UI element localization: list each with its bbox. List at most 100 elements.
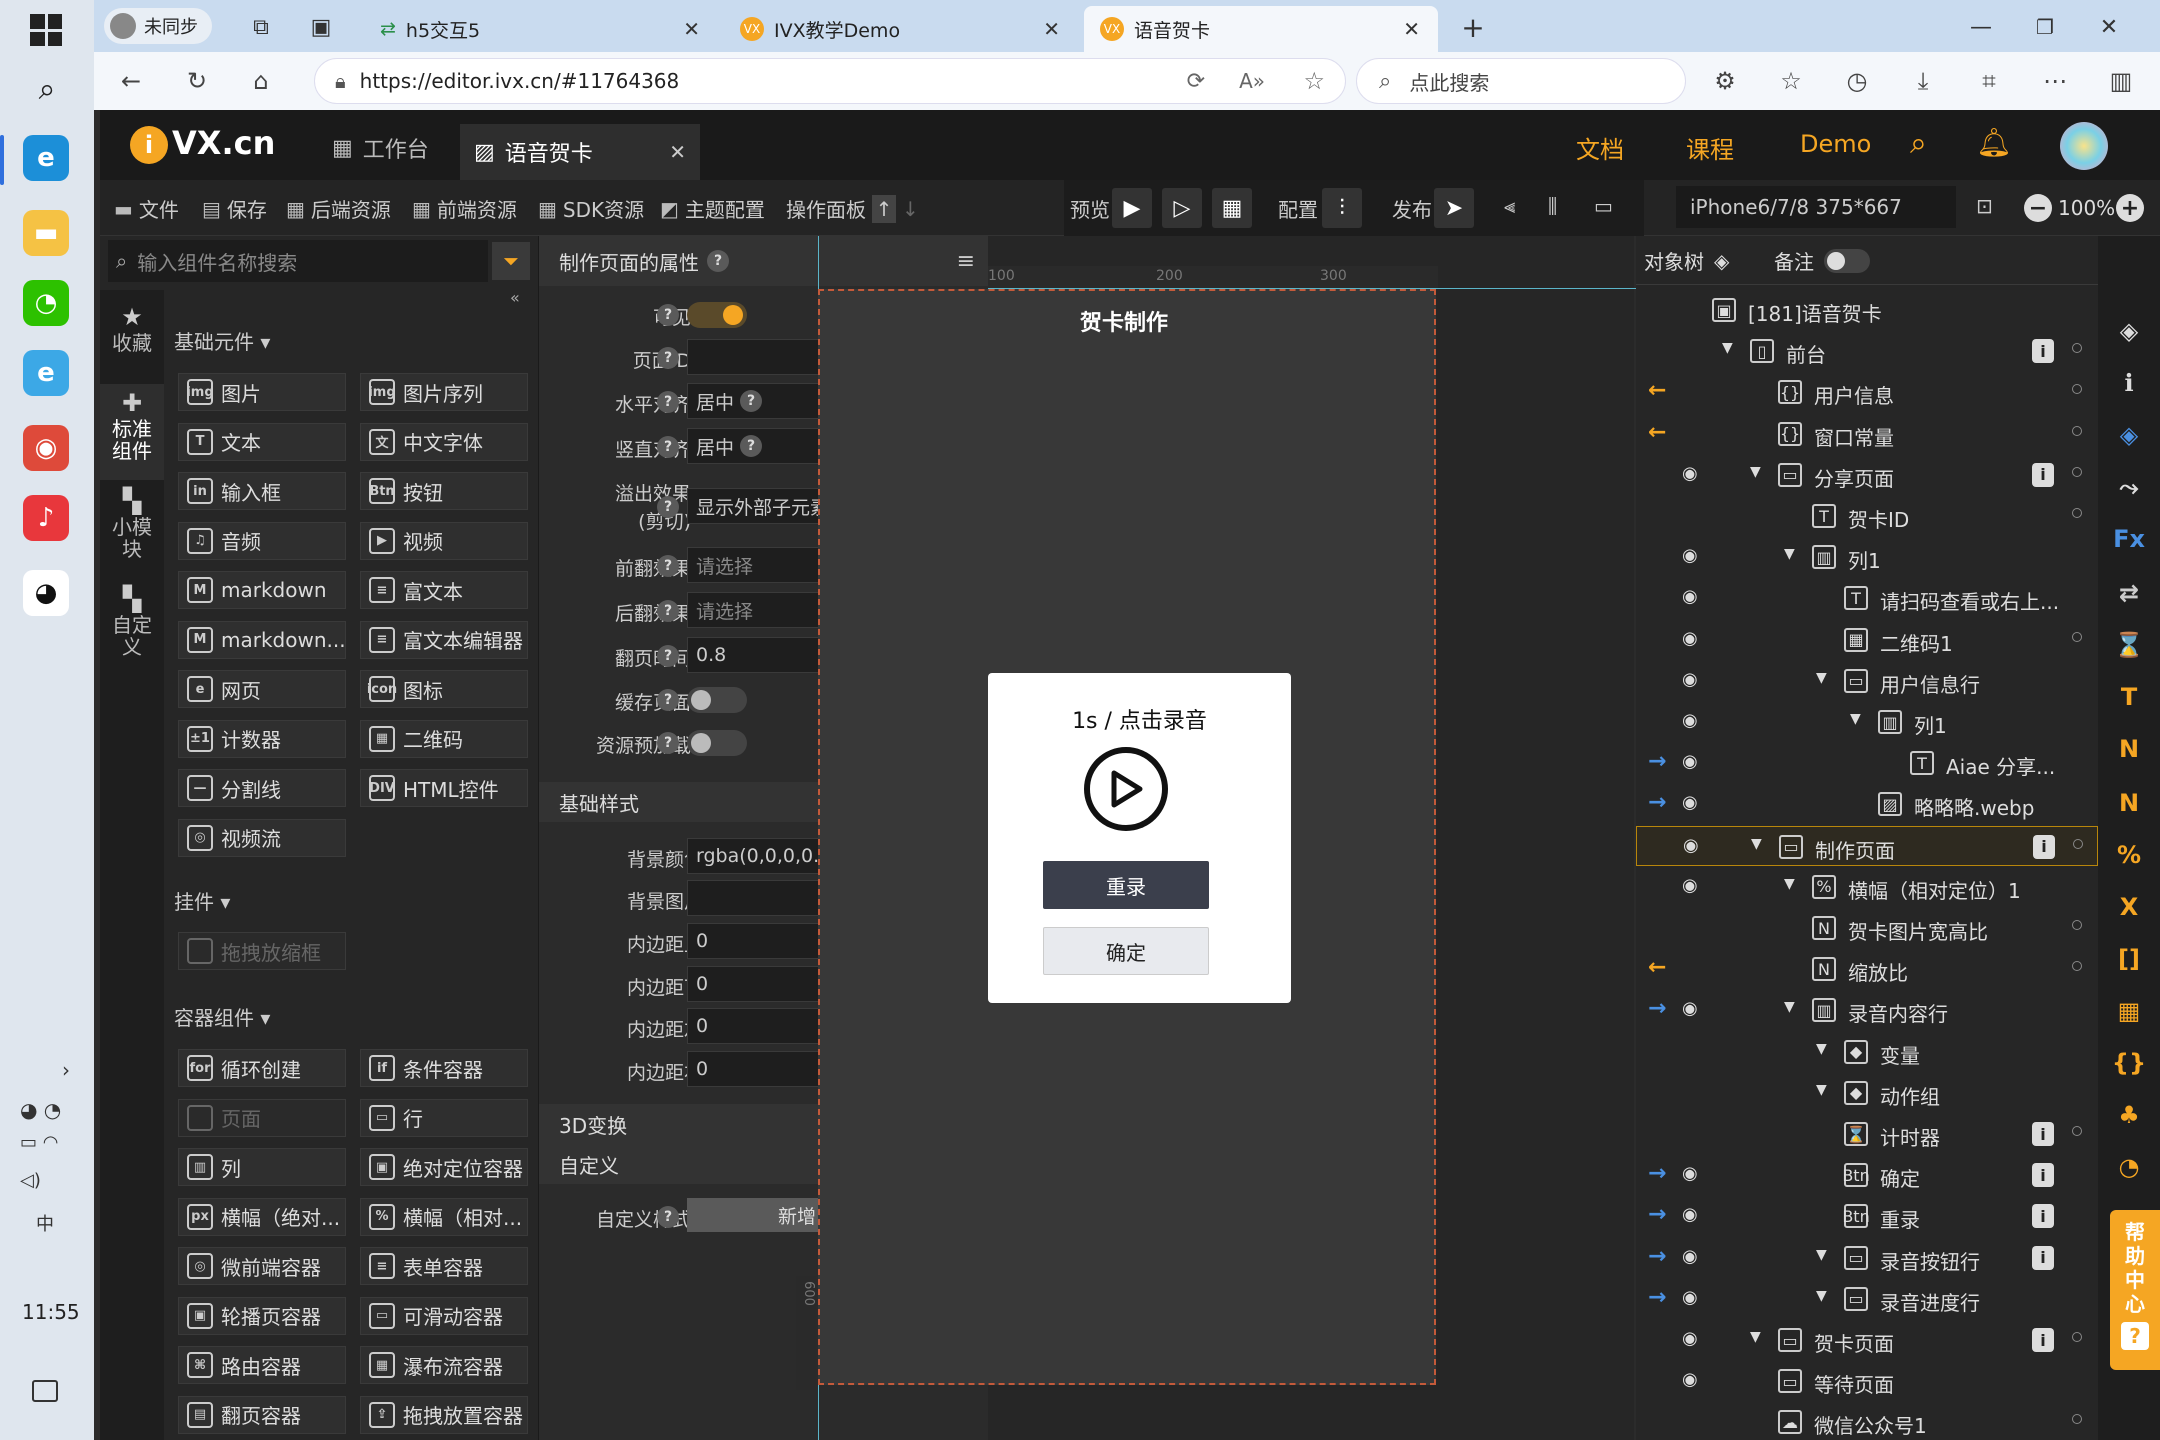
component-item[interactable]: img 图片 (178, 373, 346, 411)
toolbar-icon[interactable]: N (2112, 786, 2146, 820)
info-icon[interactable]: i (2033, 834, 2055, 859)
section-containers[interactable]: 容器组件 ▾ (174, 1002, 270, 1031)
visible-toggle[interactable] (687, 302, 747, 328)
expand-caret-icon[interactable]: ▼ (1850, 711, 1861, 727)
align-center-icon[interactable]: ⫼ (1548, 194, 1557, 218)
ie-browser-icon[interactable]: e (23, 350, 69, 396)
filter-icon[interactable]: ⏷ (492, 242, 530, 280)
notification-bell-icon[interactable]: 🔔︎ (1976, 126, 2012, 159)
expand-caret-icon[interactable]: ▼ (1751, 836, 1762, 852)
component-item[interactable]: ▭ 行 (360, 1098, 528, 1137)
tab-standard-components[interactable]: ✚ 标准组件 (100, 384, 164, 480)
profile-button[interactable]: 未同步 (104, 8, 212, 44)
eye-icon[interactable]: ◉ (1682, 586, 1698, 607)
close-icon[interactable]: ✕ (683, 17, 700, 41)
chevron-right-icon[interactable]: › (56, 1058, 76, 1082)
confirm-button[interactable]: 确定 (1043, 927, 1209, 975)
file-menu[interactable]: ▬ 文件 (114, 194, 179, 223)
read-aloud-icon[interactable]: A» (1239, 69, 1265, 93)
component-item[interactable]: for 循环创建 (178, 1049, 346, 1087)
component-item[interactable]: % 横幅（相对... (360, 1197, 528, 1236)
component-item[interactable]: px 横幅（绝对... (178, 1197, 346, 1236)
qrcode-icon[interactable]: ▦ (1212, 188, 1252, 228)
eye-icon[interactable]: ◉ (1682, 1246, 1698, 1267)
tree-node[interactable]: ◉ ▼ ▭ 分享页面 i (1636, 455, 2098, 495)
favorite-star-icon[interactable]: ☆ (1303, 67, 1325, 95)
help-icon[interactable]: ? (657, 732, 679, 754)
toolbar-icon[interactable]: ⌛ (2112, 628, 2146, 662)
restore-icon[interactable]: ❐ (2028, 10, 2062, 44)
favorites-icon[interactable]: ☆ (1774, 64, 1808, 98)
tree-node[interactable]: ◉ ▼ ▭ 贺卡页面 i (1636, 1320, 2098, 1360)
toolbar-icon[interactable]: ◈ (2112, 418, 2146, 452)
tree-node[interactable]: ▼ ▯ 前台 i (1636, 331, 2098, 371)
toolbar-icon[interactable]: ℹ (2112, 366, 2146, 400)
preload-toggle[interactable] (687, 730, 747, 756)
windows-start-icon[interactable] (30, 14, 62, 46)
expand-caret-icon[interactable]: ▼ (1784, 999, 1795, 1015)
expand-caret-icon[interactable]: ▼ (1816, 1082, 1827, 1098)
expand-caret-icon[interactable]: ▼ (1816, 1288, 1827, 1304)
tree-node[interactable]: → ◉ T Aiae 分享... (1636, 743, 2098, 783)
qq-icon[interactable]: ◕ (23, 570, 69, 616)
help-icon[interactable]: ? (657, 645, 679, 667)
component-item[interactable]: Mmarkdown (178, 571, 346, 609)
search-box[interactable]: ⌕ 点此搜索 (1356, 58, 1686, 104)
close-icon[interactable]: ✕ (669, 140, 686, 164)
info-icon[interactable]: i (2032, 462, 2054, 487)
component-item[interactable]: ±1 计数器 (178, 719, 346, 758)
component-item[interactable]: T 文本 (178, 422, 346, 461)
network-icon[interactable]: ▭ ◠ (20, 1132, 58, 1153)
ops-panel[interactable]: 操作面板 ↑ ↓ (786, 194, 919, 223)
collapse-icon[interactable]: « (510, 288, 520, 307)
zoom-in-icon[interactable]: + (2116, 194, 2144, 222)
component-item[interactable]: ▤ 翻页容器 (178, 1395, 346, 1434)
toolbar-icon[interactable]: ◈ (2112, 314, 2146, 348)
url-field[interactable]: 🔒︎ https://editor.ivx.cn/#11764368 ⟳ A» … (314, 58, 1346, 104)
tree-node[interactable]: → ◉ ▼ ▥ 录音内容行 (1636, 990, 2098, 1030)
minimize-icon[interactable]: — (1964, 10, 1998, 44)
component-item[interactable]: DIV HTML控件 (360, 769, 528, 807)
toolbar-icon[interactable]: ▦ (2112, 994, 2146, 1028)
component-item[interactable]: in 输入框 (178, 472, 346, 510)
tree-node[interactable]: ☁ 微信公众号1 (1636, 1402, 2098, 1440)
info-icon[interactable]: i (2032, 1245, 2054, 1270)
close-window-icon[interactable]: ✕ (2092, 10, 2126, 44)
expand-caret-icon[interactable]: ▼ (1816, 1247, 1827, 1263)
search-icon[interactable]: ⌕ (28, 70, 66, 108)
component-item[interactable]: ≡ 富文本编辑器 (360, 620, 528, 659)
frontend-resources[interactable]: ▦ 前端资源 (412, 194, 517, 223)
section-plugins[interactable]: 挂件 ▾ (174, 886, 230, 915)
notification-icon[interactable] (32, 1380, 58, 1402)
theme-config[interactable]: ◩ 主题配置 (660, 194, 765, 223)
tree-node[interactable]: ▣ [181]语音贺卡 (1636, 290, 2098, 330)
eye-icon[interactable]: ◉ (1682, 545, 1698, 566)
menu-icon[interactable]: ≡ (957, 249, 975, 274)
eye-icon[interactable]: ◉ (1682, 1204, 1698, 1225)
help-icon[interactable]: ? (657, 304, 679, 326)
toolbar-icon[interactable]: ⇄ (2112, 576, 2146, 610)
screenshot-icon[interactable]: ⌗ (1972, 64, 2006, 98)
eye-icon[interactable]: ◉ (1682, 463, 1698, 484)
eye-icon[interactable]: ◉ (1682, 1369, 1698, 1390)
tree-node[interactable]: ◉ ▼ ▥ 列1 (1636, 702, 2098, 742)
music-app-icon[interactable]: ♪ (23, 495, 69, 541)
component-item[interactable]: ▦ 瀑布流容器 (360, 1346, 528, 1384)
component-item[interactable]: ▦ 二维码 (360, 719, 528, 758)
history-icon[interactable]: ◷ (1840, 64, 1874, 98)
search-icon[interactable]: ⌕ (1910, 126, 1927, 161)
tab-favorites[interactable]: ★ 收藏 (100, 298, 164, 378)
wechat-icon[interactable]: ◔ (23, 280, 69, 326)
help-icon[interactable]: ? (657, 689, 679, 711)
component-item[interactable]: ♫ 音频 (178, 521, 346, 560)
screenshot-icon[interactable]: ⊡ (1976, 194, 1993, 218)
more-icon[interactable]: ⋯ (2038, 64, 2072, 98)
help-icon[interactable]: ? (657, 436, 679, 458)
tree-node[interactable]: → ◉ ▼ ▭ 录音进度行 (1636, 1279, 2098, 1319)
help-icon[interactable]: ? (657, 600, 679, 622)
tree-node[interactable]: ◉ T 请扫码查看或右上... (1636, 578, 2098, 618)
arrow-down-icon[interactable]: ↓ (902, 197, 919, 221)
help-icon[interactable]: ? (707, 250, 729, 272)
expand-caret-icon[interactable]: ▼ (1784, 546, 1795, 562)
nav-demo[interactable]: Demo (1800, 130, 1871, 158)
